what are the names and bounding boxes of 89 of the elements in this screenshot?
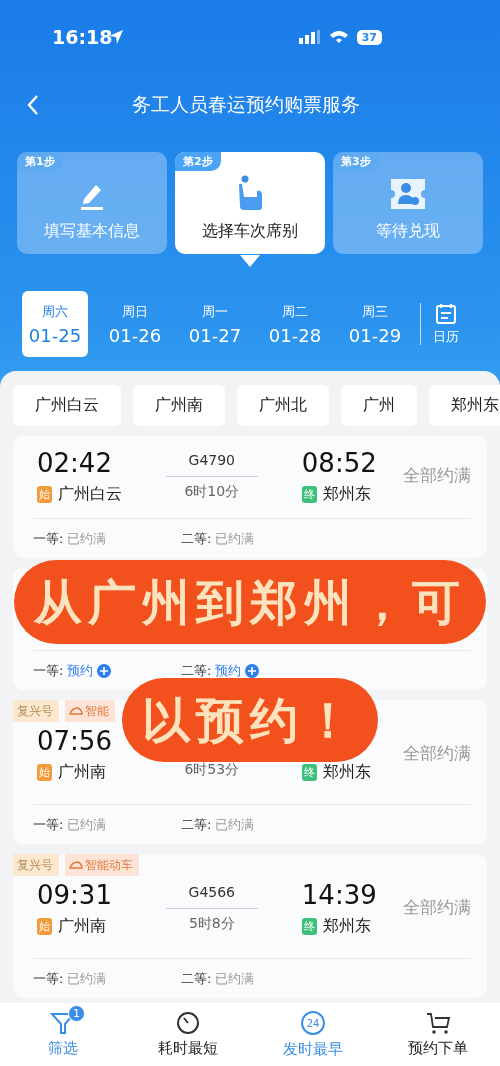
station-name: 广州南 [58,916,106,937]
train-number: G4566 [188,884,236,902]
terminal-mark: 终 [301,764,317,781]
plus-icon[interactable] [245,663,260,678]
nav-tab[interactable]: 24 发时最早 [250,1003,375,1066]
station-chip[interactable]: 广州白云 [13,385,121,426]
wifi-icon [328,30,349,44]
step-badge: 第2步 [175,152,221,171]
step-label: 选择车次席别 [202,221,298,242]
seat-status: 已约满 [215,529,255,548]
date-tab[interactable]: 周二 01-28 [262,291,328,357]
station-name: 郑州东 [322,762,371,783]
station-name: 广州白云 [58,484,122,505]
tag-text: 智能 [85,702,109,720]
terminal-mark: 终 [301,486,317,503]
duration: 6时10分 [184,483,240,501]
signal-icon [298,30,321,44]
tag-text: 智能动车 [85,856,133,874]
station-name: 郑州东 [322,484,371,505]
date-tab[interactable]: 周三 01-29 [342,291,408,357]
step-badge: 第1步 [17,152,63,171]
seat-status: 已约满 [215,969,255,988]
origin-mark: 始 [37,918,52,935]
train-icon [69,861,83,869]
seat-class: 二等: [181,815,212,834]
booking-status: 全部约满 [403,742,471,765]
plus-icon[interactable] [97,663,112,678]
step-card[interactable]: 第3步 等待兑现 [333,152,483,254]
filter-count-badge: 1 [68,1005,85,1022]
nav-tab[interactable]: 耗时最短 [125,1003,250,1066]
ticket-person-icon [389,177,427,211]
arrive-time: 08:52 [301,448,378,480]
seat-class: 二等: [181,529,212,548]
seat-status: 已约满 [215,815,255,834]
seat-status: 已约满 [67,529,107,548]
date-tab[interactable]: 周日 01-26 [102,291,168,357]
arrive-time: 14:39 [301,880,378,912]
station-chip[interactable]: 郑州东 [429,385,500,426]
caption-sticker-overlay: 从广州到郑州，可 [14,560,486,644]
station-chip[interactable]: 广州南 [133,385,225,426]
station-name: 广州南 [58,762,106,783]
seat-status[interactable]: 预约 [67,661,94,680]
origin-mark: 始 [37,764,52,781]
station-chip[interactable]: 广州 [341,385,417,426]
terminal-mark: 终 [301,918,317,935]
train-icon [69,707,83,715]
date-tab[interactable]: 周一 01-27 [182,291,248,357]
seat-status: 已约满 [67,815,107,834]
seat-class: 二等: [181,661,212,680]
back-icon[interactable] [26,94,40,116]
seat-class: 二等: [181,969,212,988]
seat-class: 一等: [33,529,64,548]
station-chip[interactable]: 广州北 [237,385,329,426]
booking-status: 全部约满 [403,896,471,919]
date-tab[interactable]: 周六 01-25 [22,291,88,357]
duration: 5时8分 [188,915,235,933]
step-label: 填写基本信息 [44,221,140,242]
train-number: G4790 [188,452,236,470]
seat-class: 一等: [33,815,64,834]
train-card[interactable]: 02:42 始 广州白云 G4790 6时10分 08:52 终 郑州东 全部约满 一等: 已约满 二等: 已约满 [13,436,487,558]
seat-status: 已约满 [67,969,107,988]
page-title: 务工人员春运预约购票服务 [131,92,361,117]
cart-icon [424,1011,451,1035]
depart-time: 09:31 [37,880,113,912]
battery-level: 37 [356,29,382,45]
pointer-notch [240,255,260,267]
depart-time: 02:42 [37,448,113,480]
step-card[interactable]: 第1步 填写基本信息 [17,152,167,254]
nav-tab[interactable]: 预约下单 [375,1003,500,1066]
seat-status[interactable]: 预约 [215,661,242,680]
station-name: 郑州东 [322,916,371,937]
duration: 6时53分 [184,761,240,779]
train-card[interactable]: 复兴号 智能动车 09:31 始 广州南 G4566 5时8分 14:39 终 郑州东 全部约满 一等: 已约满 二等: 已约满 [13,854,487,998]
booking-status: 全部约满 [403,464,471,487]
tag-text: 复兴号 [17,702,53,720]
calendar-icon [435,302,457,325]
tag-text: 复兴号 [17,856,53,874]
calendar-button[interactable]: 日历 [433,302,459,346]
seat-class: 一等: [33,969,64,988]
clock-icon: 24 [299,1010,326,1036]
depart-time: 07:56 [37,726,113,758]
origin-mark: 始 [37,486,52,503]
caption-sticker-overlay: 以预约！ [122,678,378,762]
nav-tab[interactable]: 筛选 1 [0,1003,125,1066]
status-time: 16:18 [52,26,113,48]
step-label: 等待兑现 [376,221,440,242]
timer-icon [175,1011,200,1035]
seat-class: 一等: [33,661,64,680]
step-badge: 第3步 [333,152,379,171]
